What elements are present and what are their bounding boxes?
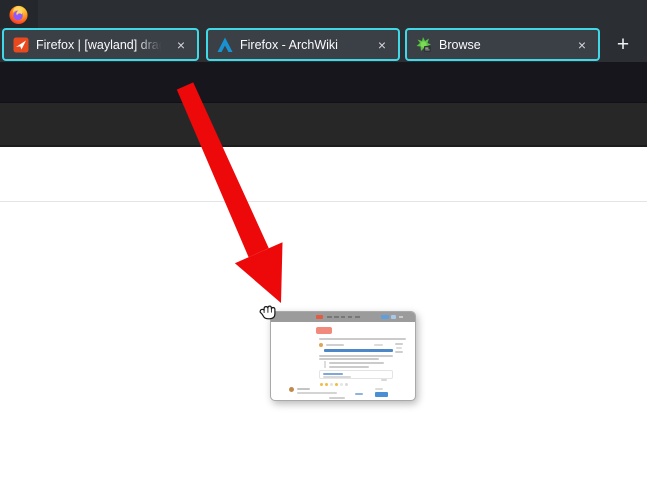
tab-label: Firefox - ArchWiki — [240, 38, 365, 52]
tab-snapcraft-forum[interactable]: Firefox | [wayland] drag a × — [2, 28, 199, 61]
thumb-nav-dash — [341, 316, 345, 318]
close-tab-icon[interactable]: × — [572, 35, 592, 55]
page-dark-header-band — [0, 103, 647, 147]
tab-browse[interactable]: Browse × — [405, 28, 600, 61]
thumb-avatar — [319, 343, 323, 347]
thumb-login-chip — [391, 315, 396, 319]
new-tab-button[interactable]: + — [608, 31, 638, 59]
tab-label: Browse — [439, 38, 565, 52]
thumb-emoji — [320, 383, 323, 386]
thumb-reply-button — [375, 392, 388, 397]
thumb-nav-dash — [355, 316, 360, 318]
thumb-quote-box — [319, 370, 393, 379]
navigation-toolbar: https://forum.snapcraft.io/t/firefox-way… — [0, 62, 647, 103]
tab-label: Firefox | [wayland] drag a — [36, 38, 164, 52]
firefox-logo-icon — [8, 4, 29, 25]
drag-preview-thumbnail — [270, 311, 416, 401]
tab-archwiki[interactable]: Firefox - ArchWiki × — [206, 28, 400, 61]
close-tab-icon[interactable]: × — [171, 35, 191, 55]
page-divider-line — [0, 201, 647, 202]
snapcraft-forum-icon — [13, 37, 29, 53]
thumb-nav-dash — [348, 316, 352, 318]
browser-window: Firefox | [wayland] drag a × Firefox - A… — [0, 0, 647, 500]
thumb-nav-dash — [334, 316, 339, 318]
thumb-avatar — [289, 387, 294, 392]
thumb-red-button — [316, 327, 332, 334]
thumbnail-page-body — [271, 322, 415, 400]
arch-linux-icon — [217, 37, 233, 53]
snap-store-icon — [416, 37, 432, 53]
tab-bar: Firefox | [wayland] drag a × Firefox - A… — [0, 28, 647, 62]
window-titlebar — [0, 0, 647, 28]
thumb-nav-dash — [327, 316, 332, 318]
thumb-logo-chip — [316, 315, 323, 319]
thumb-nav-dash — [399, 316, 403, 318]
thumbnail-titlebar — [271, 312, 415, 322]
thumb-signup-chip — [381, 315, 389, 319]
close-tab-icon[interactable]: × — [372, 35, 392, 55]
thumb-topic-title — [324, 349, 393, 352]
